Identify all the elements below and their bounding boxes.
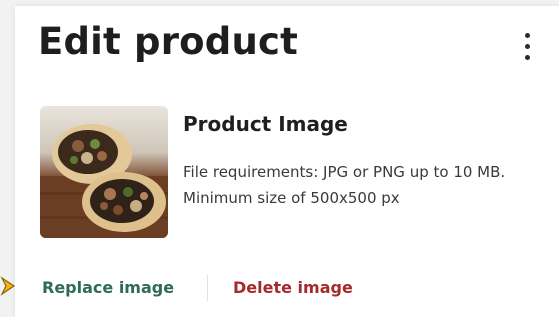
more-options-button[interactable] xyxy=(515,28,539,64)
replace-image-button[interactable]: Replace image xyxy=(42,278,174,297)
edit-product-card: Edit product Product Image File requirem… xyxy=(0,6,559,317)
pointer-cursor-icon xyxy=(0,276,22,300)
page-title: Edit product xyxy=(38,20,299,63)
more-vertical-icon xyxy=(524,32,530,38)
file-requirements-text: File requirements: JPG or PNG up to 10 M… xyxy=(183,163,506,207)
divider xyxy=(207,275,208,301)
image-actions: Replace image Delete image xyxy=(0,271,559,301)
product-thumbnail xyxy=(40,106,168,238)
product-image-heading: Product Image xyxy=(183,112,348,136)
product-photo xyxy=(40,106,168,238)
delete-image-button[interactable]: Delete image xyxy=(233,278,353,297)
